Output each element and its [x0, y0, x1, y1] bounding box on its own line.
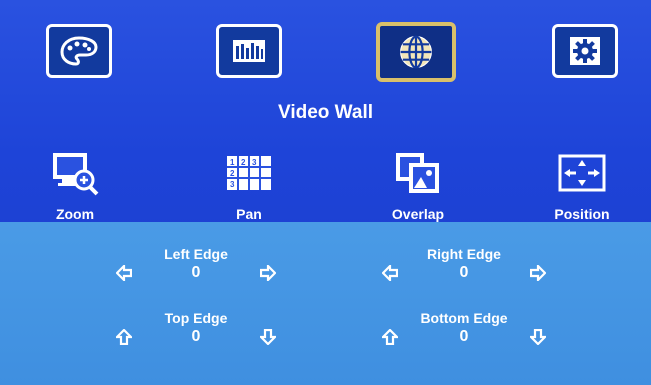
adjustment-panel: Left Edge 0 Right Edge 0 Top Edge 0 Bott… [0, 222, 651, 385]
submenu-label: Position [554, 206, 610, 222]
svg-text:2: 2 [241, 158, 246, 167]
globe-icon [400, 35, 432, 69]
palette-icon [60, 36, 98, 66]
position-arrows-icon [558, 154, 606, 192]
settings-menu-button[interactable] [552, 24, 618, 78]
arrow-down-icon[interactable] [260, 329, 276, 345]
osd-screen: Video Wall Zoom 1 2 3 2 3 Pan Overlap Po… [0, 0, 651, 385]
photo-overlap-icon [396, 153, 439, 193]
top-edge-value: 0 [191, 328, 201, 345]
top-edge-label: Top Edge [164, 310, 228, 326]
right-edge-label: Right Edge [427, 246, 501, 262]
svg-text:1: 1 [230, 158, 235, 167]
arrow-right-icon[interactable] [530, 265, 546, 281]
arrow-up-icon[interactable] [116, 329, 132, 345]
gear-icon [570, 37, 600, 65]
arrow-left-icon[interactable] [382, 265, 398, 281]
arrow-right-icon[interactable] [260, 265, 276, 281]
top-edge-control[interactable]: Top Edge 0 [116, 310, 276, 346]
submenu-zoom[interactable]: Zoom [40, 146, 110, 222]
equalizer-icon [233, 40, 265, 62]
svg-text:2: 2 [230, 169, 235, 178]
equalizer-menu-button[interactable] [216, 24, 282, 78]
grid-icon: 123 23 [227, 156, 271, 190]
submenu-label: Pan [236, 206, 262, 222]
right-edge-control[interactable]: Right Edge 0 [382, 246, 546, 282]
left-edge-value: 0 [191, 264, 201, 281]
right-edge-value: 0 [459, 264, 469, 281]
left-edge-control[interactable]: Left Edge 0 [116, 246, 276, 282]
video-wall-menu-button[interactable] [376, 22, 456, 82]
svg-text:3: 3 [252, 158, 257, 167]
bottom-edge-label: Bottom Edge [420, 310, 508, 326]
submenu-overlap[interactable]: Overlap [378, 146, 458, 222]
palette-menu-button[interactable] [46, 24, 112, 78]
submenu-label: Overlap [391, 206, 445, 222]
bottom-edge-value: 0 [459, 328, 469, 345]
submenu-pan[interactable]: 123 23 Pan [214, 146, 284, 222]
submenu-position[interactable]: Position [544, 146, 620, 222]
arrow-up-icon[interactable] [382, 329, 398, 345]
zoom-monitor-icon [53, 153, 99, 196]
left-edge-label: Left Edge [164, 246, 228, 262]
svg-text:3: 3 [230, 180, 235, 189]
arrow-down-icon[interactable] [530, 329, 546, 345]
arrow-left-icon[interactable] [116, 265, 132, 281]
menu-title: Video Wall [277, 102, 374, 123]
submenu-label: Zoom [55, 206, 95, 222]
bottom-edge-control[interactable]: Bottom Edge 0 [382, 310, 546, 346]
